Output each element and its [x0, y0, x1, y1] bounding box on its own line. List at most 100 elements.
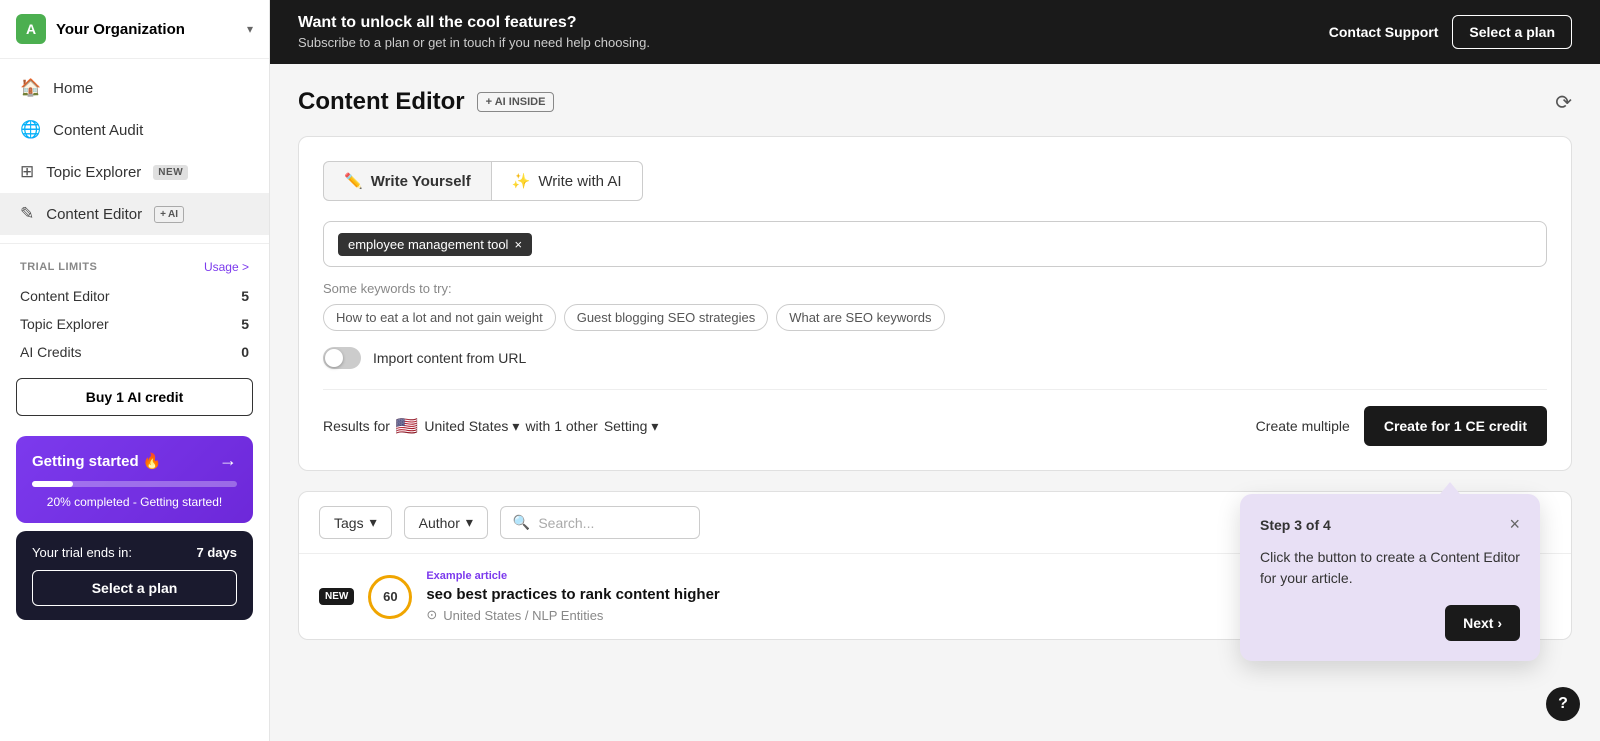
- create-multiple-link[interactable]: Create multiple: [1256, 418, 1350, 434]
- suggestions-row: Some keywords to try: How to eat a lot a…: [323, 281, 1547, 331]
- contact-support-link[interactable]: Contact Support: [1329, 24, 1439, 40]
- article-new-badge: NEW: [319, 588, 354, 605]
- sidebar: A Your Organization ▾ 🏠 Home 🌐 Content A…: [0, 0, 270, 741]
- usage-link[interactable]: Usage >: [204, 260, 249, 274]
- right-actions: Create multiple Create for 1 CE credit: [1256, 406, 1547, 446]
- limit-content-editor: Content Editor 5: [0, 282, 269, 310]
- country-name: United States: [424, 418, 508, 434]
- getting-started-card[interactable]: Getting started 🔥 → 20% completed - Gett…: [16, 436, 253, 523]
- limit-ai-credits: AI Credits 0: [0, 338, 269, 366]
- sidebar-divider: [0, 243, 269, 244]
- trial-info-row: Your trial ends in: 7 days: [32, 545, 237, 560]
- getting-started-header: Getting started 🔥 →: [32, 450, 237, 471]
- chevron-down-icon: ▾: [247, 22, 253, 36]
- toggle-knob: [325, 349, 343, 367]
- author-filter-button[interactable]: Author ▾: [404, 506, 488, 539]
- trial-text: Your trial ends in:: [32, 545, 132, 560]
- limit-topic-explorer-label: Topic Explorer: [20, 316, 109, 332]
- editor-bottom-row: Results for 🇺🇸 United States ▾ with 1 ot…: [323, 389, 1547, 446]
- ai-write-icon: ✨: [512, 172, 531, 190]
- tab-write-ai[interactable]: ✨ Write with AI: [492, 161, 643, 201]
- banner-subtitle: Subscribe to a plan or get in touch if y…: [298, 35, 650, 50]
- score-circle: 60: [368, 575, 412, 619]
- import-toggle[interactable]: [323, 347, 361, 369]
- country-selector[interactable]: United States ▾: [424, 418, 519, 435]
- us-flag-icon: 🇺🇸: [396, 416, 418, 437]
- search-box[interactable]: 🔍 Search...: [500, 506, 700, 539]
- suggestion-chip-0[interactable]: How to eat a lot and not gain weight: [323, 304, 556, 331]
- buy-ai-credit-button[interactable]: Buy 1 AI credit: [16, 378, 253, 416]
- setting-prefix: with 1 other: [525, 418, 597, 434]
- select-plan-button-sidebar[interactable]: Select a plan: [32, 570, 237, 606]
- trial-limits-header: TRIAL LIMITS Usage >: [0, 252, 269, 282]
- keyword-chip: employee management tool ×: [338, 233, 532, 256]
- tags-filter-label: Tags: [334, 515, 364, 531]
- tags-filter-button[interactable]: Tags ▾: [319, 506, 392, 539]
- tooltip-next-button[interactable]: Next ›: [1445, 605, 1520, 641]
- pencil-icon: ✏️: [344, 172, 363, 190]
- suggestion-chip-2[interactable]: What are SEO keywords: [776, 304, 944, 331]
- create-ce-button[interactable]: Create for 1 CE credit: [1364, 406, 1547, 446]
- progress-bar-background: [32, 481, 237, 487]
- search-icon: 🔍: [513, 514, 530, 531]
- home-icon: 🏠: [20, 78, 41, 98]
- sidebar-item-content-audit[interactable]: 🌐 Content Audit: [0, 109, 269, 151]
- suggestion-chip-1[interactable]: Guest blogging SEO strategies: [564, 304, 769, 331]
- score-container: 60: [368, 575, 412, 619]
- sidebar-item-topic-explorer-label: Topic Explorer: [46, 164, 141, 181]
- limit-content-editor-count: 5: [241, 288, 249, 304]
- trial-days: 7 days: [197, 545, 237, 560]
- tags-chevron-icon: ▾: [370, 514, 377, 531]
- limit-content-editor-label: Content Editor: [20, 288, 110, 304]
- page-title: Content Editor: [298, 88, 465, 116]
- sidebar-item-content-editor[interactable]: ✎ Content Editor + AI: [0, 193, 269, 235]
- ai-badge: + AI: [154, 206, 184, 223]
- results-for-text: Results for: [323, 418, 390, 434]
- org-name: Your Organization: [56, 21, 237, 38]
- limit-ai-credits-count: 0: [241, 344, 249, 360]
- suggestion-chips: How to eat a lot and not gain weight Gue…: [323, 304, 1547, 331]
- chip-close-icon[interactable]: ×: [514, 237, 522, 252]
- sidebar-item-home-label: Home: [53, 80, 93, 97]
- banner-text: Want to unlock all the cool features? Su…: [298, 14, 650, 50]
- tooltip-text: Click the button to create a Content Edi…: [1260, 547, 1520, 589]
- setting-selector[interactable]: Setting ▾: [604, 418, 659, 435]
- author-chevron-icon: ▾: [466, 514, 473, 531]
- sidebar-item-content-editor-label: Content Editor: [46, 206, 142, 223]
- help-bubble[interactable]: ?: [1546, 687, 1580, 721]
- country-chevron-icon: ▾: [512, 418, 519, 435]
- refresh-icon[interactable]: ⟳: [1555, 90, 1572, 115]
- setting-label: Setting: [604, 418, 648, 434]
- top-banner: Want to unlock all the cool features? Su…: [270, 0, 1600, 64]
- keyword-chip-text: employee management tool: [348, 237, 508, 252]
- org-selector[interactable]: A Your Organization ▾: [0, 0, 269, 59]
- ai-inside-badge: + AI INSIDE: [477, 92, 555, 112]
- tooltip-card: Step 3 of 4 × Click the button to create…: [1240, 494, 1540, 661]
- progress-bar-fill: [32, 481, 73, 487]
- limit-topic-explorer-count: 5: [241, 316, 249, 332]
- import-row: Import content from URL: [323, 347, 1547, 369]
- search-placeholder: Search...: [538, 515, 594, 531]
- sidebar-item-home[interactable]: 🏠 Home: [0, 67, 269, 109]
- tooltip-header: Step 3 of 4 ×: [1260, 514, 1520, 535]
- author-filter-label: Author: [419, 515, 460, 531]
- page-header: Content Editor + AI INSIDE ⟳: [298, 88, 1572, 116]
- tooltip-close-icon[interactable]: ×: [1509, 514, 1520, 535]
- keyword-input-area[interactable]: employee management tool ×: [323, 221, 1547, 267]
- write-tabs: ✏️ Write Yourself ✨ Write with AI: [323, 161, 1547, 201]
- sidebar-item-content-audit-label: Content Audit: [53, 122, 143, 139]
- sidebar-item-topic-explorer[interactable]: ⊞ Topic Explorer NEW: [0, 151, 269, 193]
- page-title-row: Content Editor + AI INSIDE: [298, 88, 554, 116]
- getting-started-arrow-icon: →: [219, 450, 237, 471]
- editor-icon: ✎: [20, 204, 34, 224]
- suggestions-label: Some keywords to try:: [323, 281, 1547, 296]
- limit-ai-credits-label: AI Credits: [20, 344, 81, 360]
- tab-write-yourself-label: Write Yourself: [371, 173, 471, 190]
- import-label: Import content from URL: [373, 350, 526, 366]
- article-meta-text: United States / NLP Entities: [443, 608, 603, 623]
- tab-write-yourself[interactable]: ✏️ Write Yourself: [323, 161, 492, 201]
- tab-write-ai-label: Write with AI: [538, 173, 621, 190]
- tooltip-step: Step 3 of 4: [1260, 517, 1331, 533]
- select-plan-banner-button[interactable]: Select a plan: [1452, 15, 1572, 49]
- location-icon: ⊙: [426, 607, 437, 623]
